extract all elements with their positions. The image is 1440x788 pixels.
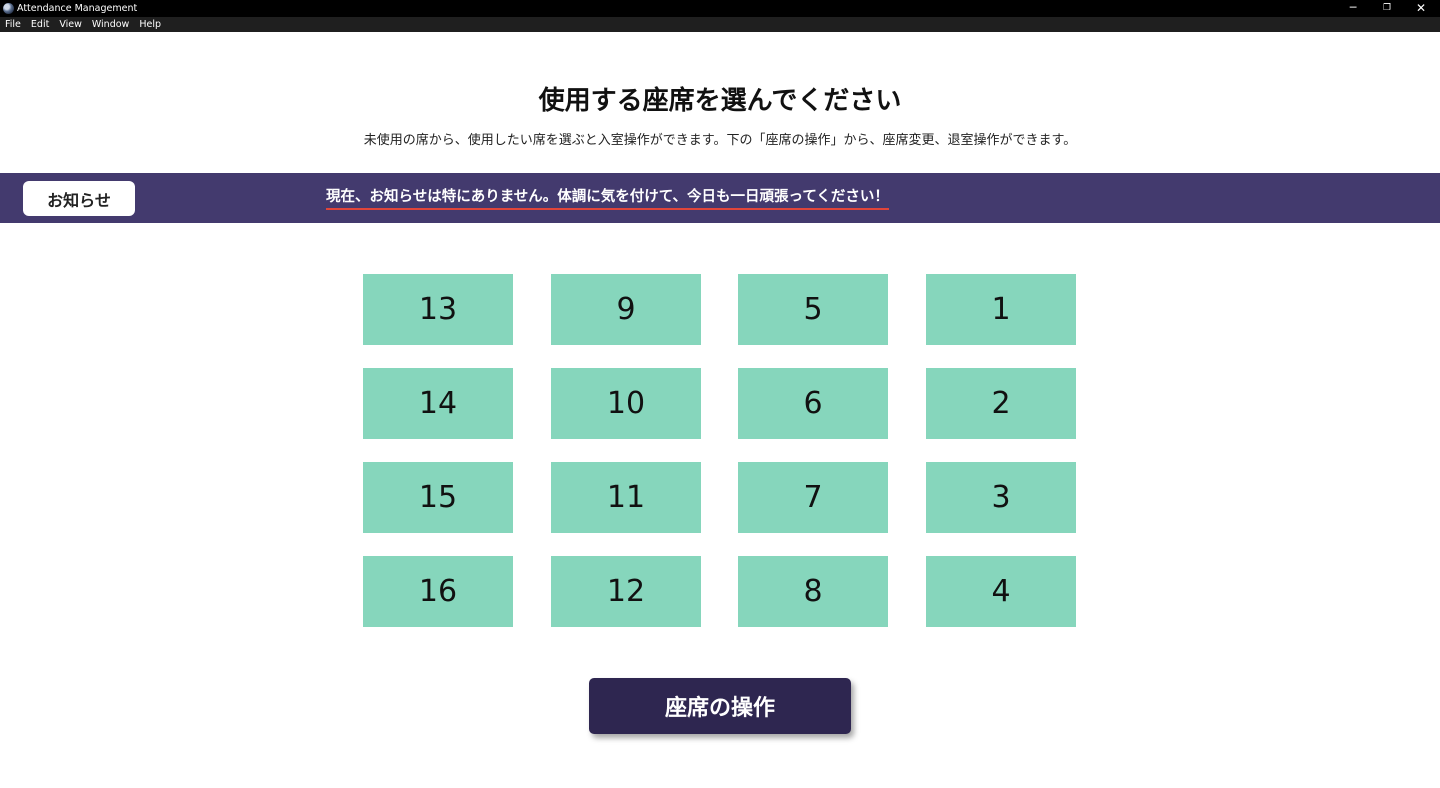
menu-view[interactable]: View bbox=[54, 17, 87, 32]
seat-button[interactable]: 2 bbox=[926, 368, 1076, 439]
seat-button[interactable]: 12 bbox=[551, 556, 701, 627]
seat-button[interactable]: 4 bbox=[926, 556, 1076, 627]
page-title: 使用する座席を選んでください bbox=[538, 86, 902, 116]
notice-message: 現在、お知らせは特にありません。体調に気を付けて、今日も一日頑張ってください！ bbox=[326, 188, 889, 210]
seat-grid: 13 9 5 1 14 10 6 2 15 11 7 3 16 12 8 4 bbox=[363, 274, 1076, 627]
seat-button[interactable]: 6 bbox=[738, 368, 888, 439]
seat-button[interactable]: 10 bbox=[551, 368, 701, 439]
seat-button[interactable]: 1 bbox=[926, 274, 1076, 345]
menu-help[interactable]: Help bbox=[134, 17, 166, 32]
seat-button[interactable]: 9 bbox=[551, 274, 701, 345]
page-subtitle: 未使用の席から、使用したい席を選ぶと入室操作ができます。下の「座席の操作」から、… bbox=[363, 133, 1077, 148]
title-bar: Attendance Management ─ ❐ ✕ bbox=[0, 0, 1440, 17]
notice-button[interactable]: お知らせ bbox=[23, 181, 135, 216]
window-title: Attendance Management bbox=[17, 3, 138, 14]
seat-button[interactable]: 8 bbox=[738, 556, 888, 627]
seat-button[interactable]: 15 bbox=[363, 462, 513, 533]
menu-bar: File Edit View Window Help bbox=[0, 17, 1440, 32]
seat-button[interactable]: 16 bbox=[363, 556, 513, 627]
seat-operation-button[interactable]: 座席の操作 bbox=[589, 678, 851, 734]
minimize-icon[interactable]: ─ bbox=[1336, 0, 1370, 17]
menu-window[interactable]: Window bbox=[87, 17, 134, 32]
menu-file[interactable]: File bbox=[0, 17, 26, 32]
seat-button[interactable]: 13 bbox=[363, 274, 513, 345]
notice-band: お知らせ 現在、お知らせは特にありません。体調に気を付けて、今日も一日頑張ってく… bbox=[0, 173, 1440, 223]
seat-button[interactable]: 3 bbox=[926, 462, 1076, 533]
app-globe-icon bbox=[3, 3, 14, 14]
seat-button[interactable]: 5 bbox=[738, 274, 888, 345]
seat-button[interactable]: 11 bbox=[551, 462, 701, 533]
seat-button[interactable]: 14 bbox=[363, 368, 513, 439]
close-icon[interactable]: ✕ bbox=[1404, 0, 1438, 17]
menu-edit[interactable]: Edit bbox=[26, 17, 54, 32]
seat-button[interactable]: 7 bbox=[738, 462, 888, 533]
restore-icon[interactable]: ❐ bbox=[1370, 0, 1404, 17]
